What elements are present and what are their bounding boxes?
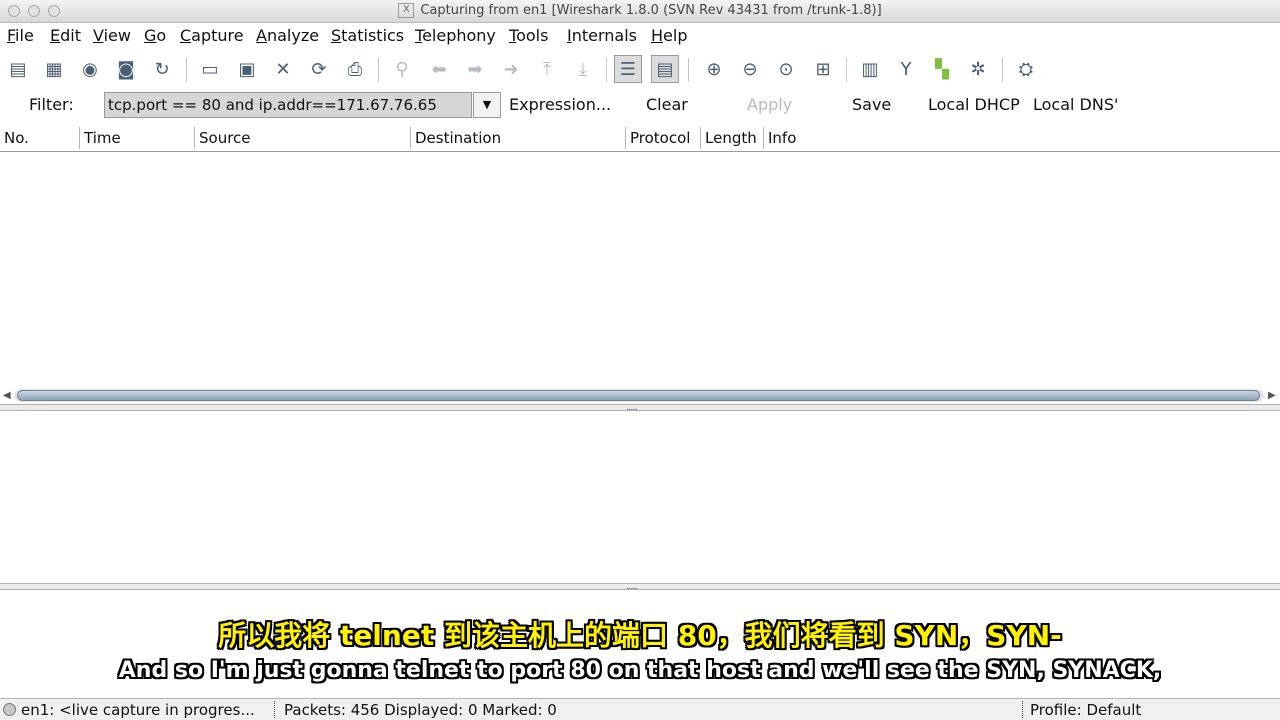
restart-capture-icon[interactable]: ↻ [148,55,176,83]
filter-label: Filter: [29,95,74,114]
go-to-packet-icon[interactable]: ➜ [497,55,525,83]
apply-button[interactable]: Apply [747,95,792,114]
subtitle-chinese: 所以我将 telnet 到该主机上的端口 80，我们将看到 SYN，SYN- [218,619,1062,652]
column-destination[interactable]: Destination [411,127,626,149]
menu-help[interactable]: Help [651,26,687,45]
find-packet-icon[interactable]: ⚲ [388,55,416,83]
start-capture-icon[interactable]: ◉ [76,55,104,83]
local-dhcp-button[interactable]: Local DHCP [928,95,1020,114]
toolbar-separator [606,58,607,82]
filter-toolbar: Filter: tcp.port == 80 and ip.addr==171.… [0,90,1280,120]
clear-button[interactable]: Clear [646,95,688,114]
title-bar: X Capturing from en1 [Wireshark 1.8.0 (SV… [0,0,1280,23]
preferences-icon[interactable]: ✲ [964,55,992,83]
scroll-left-icon[interactable]: ◀ [3,390,11,401]
toolbar-separator [846,58,847,82]
status-divider[interactable] [1022,701,1023,718]
menu-tools[interactable]: Tools [509,26,548,45]
packet-list-header: No. Time Source Destination Protocol Len… [0,125,1280,152]
filter-input[interactable]: tcp.port == 80 and ip.addr==171.67.76.65 [104,92,472,118]
capture-filters-icon[interactable]: ▥ [856,55,884,83]
column-protocol[interactable]: Protocol [626,127,701,149]
menu-analyze[interactable]: Analyze [256,26,319,45]
coloring-rules-icon[interactable]: ▚ [928,55,956,83]
menu-file[interactable]: File [7,26,34,45]
filter-dropdown-icon[interactable]: ▼ [473,92,501,118]
go-forward-icon[interactable]: ➡ [461,55,489,83]
menu-capture[interactable]: Capture [180,26,244,45]
menu-bar: File Edit View Go Capture Analyze Statis… [0,24,1280,48]
scrollbar-thumb[interactable] [17,390,1260,401]
menu-statistics[interactable]: Statistics [331,26,404,45]
status-bar: en1: <live capture in progres... Packets… [0,698,1280,720]
zoom-out-icon[interactable]: ⊖ [736,55,764,83]
reload-icon[interactable]: ⟳ [305,55,333,83]
auto-scroll-icon[interactable]: ▤ [651,55,679,83]
resize-columns-icon[interactable]: ⊞ [809,55,837,83]
column-source[interactable]: Source [195,127,411,149]
save-file-icon[interactable]: ▣ [233,55,261,83]
menu-edit[interactable]: Edit [50,26,81,45]
display-filters-icon[interactable]: Y [892,55,920,83]
toolbar-separator [378,58,379,82]
subtitle-english: And so I'm just gonna telnet to port 80 … [118,658,1162,683]
column-time[interactable]: Time [80,127,195,149]
stop-capture-icon[interactable]: ◙ [112,55,140,83]
expression-button[interactable]: Expression... [509,95,611,114]
save-filter-button[interactable]: Save [852,95,891,114]
window-title-text: Capturing from en1 [Wireshark 1.8.0 (SVN… [420,3,882,18]
status-capture-file: en1: <live capture in progres... [21,701,255,719]
status-divider[interactable] [274,701,275,718]
toolbar-separator [186,58,187,82]
menu-internals[interactable]: Internals [567,26,637,45]
go-last-icon[interactable]: ⤓ [569,55,597,83]
print-icon[interactable]: ⎙ [341,55,369,83]
open-file-icon[interactable]: ▭ [196,55,224,83]
status-profile[interactable]: Profile: Default [1030,700,1275,720]
normal-size-icon[interactable]: ⊙ [772,55,800,83]
go-first-icon[interactable]: ⤒ [533,55,561,83]
packet-list-hscrollbar[interactable]: ◀ ▶ [0,387,1280,405]
window-title: X Capturing from en1 [Wireshark 1.8.0 (SV… [0,3,1280,18]
column-no[interactable]: No. [0,127,80,149]
status-packets: Packets: 456 Displayed: 0 Marked: 0 [284,701,557,719]
toolbar-separator [1002,58,1003,82]
packet-list-pane[interactable] [0,152,1280,386]
menu-go[interactable]: Go [144,26,166,45]
local-dns-button[interactable]: Local DNS' [1033,95,1118,114]
help-icon[interactable]: ⛭ [1012,55,1040,83]
options-icon[interactable]: ▦ [40,55,68,83]
main-toolbar: ▤ ▦ ◉ ◙ ↻ ▭ ▣ ✕ ⟳ ⎙ ⚲ ⬅ ➡ ➜ ⤒ ⤓ ☰ ▤ ⊕ ⊖ … [0,50,1280,88]
x11-app-icon: X [398,3,415,18]
close-file-icon[interactable]: ✕ [269,55,297,83]
scroll-right-icon[interactable]: ▶ [1268,390,1276,401]
column-length[interactable]: Length [701,127,764,149]
menu-view[interactable]: View [93,26,131,45]
go-back-icon[interactable]: ⬅ [425,55,453,83]
pane-splitter-bottom[interactable]: ...... [0,583,1280,592]
toolbar-separator [688,58,689,82]
column-info[interactable]: Info [764,127,1280,149]
expert-info-icon[interactable] [3,703,16,716]
menu-telephony[interactable]: Telephony [415,26,496,45]
pane-splitter-top[interactable]: ...... [0,404,1280,413]
interfaces-icon[interactable]: ▤ [4,55,32,83]
packet-details-pane[interactable] [0,411,1280,583]
zoom-in-icon[interactable]: ⊕ [700,55,728,83]
colorize-icon[interactable]: ☰ [614,55,642,83]
